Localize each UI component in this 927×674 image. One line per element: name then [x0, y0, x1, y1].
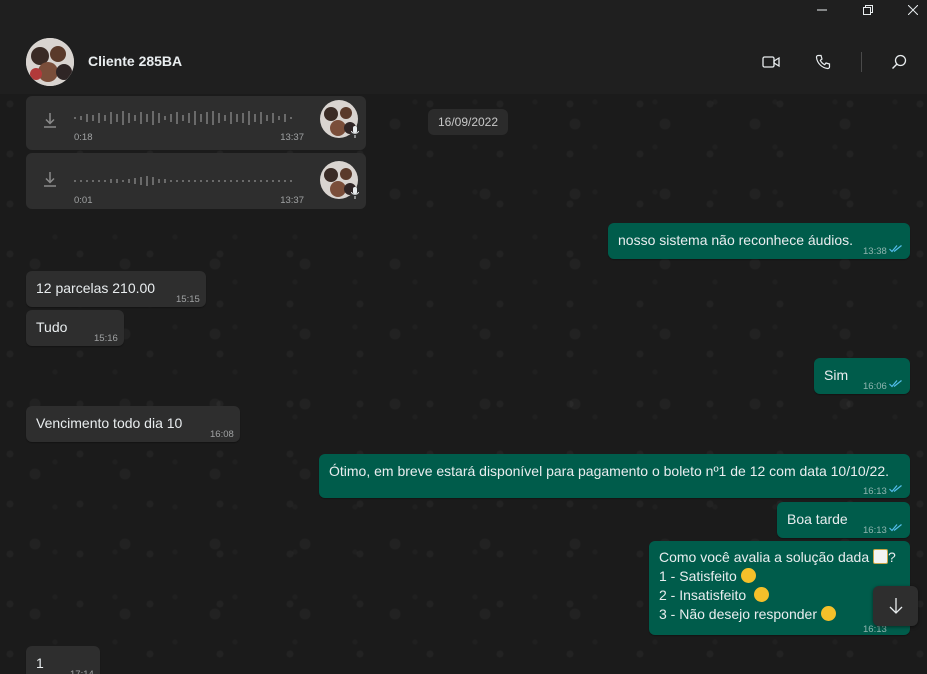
message-time: 13:38	[863, 246, 887, 257]
read-receipt-icon	[889, 380, 902, 388]
memo-emoji-icon	[873, 549, 889, 564]
survey-text: Como você avalia a solução dada ? 1 - Sa…	[659, 548, 896, 624]
read-receipt-icon	[889, 485, 902, 493]
video-call-icon	[762, 56, 780, 68]
message-time: 15:15	[176, 294, 200, 305]
minimize-icon	[817, 9, 827, 11]
message-text: nosso sistema não reconhece áudios.	[618, 232, 854, 248]
contact-avatar[interactable]	[26, 38, 74, 86]
whatsapp-window: Cliente 285BA 0:18 13:37 0:01 13:37 16/0…	[0, 0, 927, 674]
incoming-message[interactable]: Vencimento todo dia 10 16:08	[26, 406, 240, 442]
survey-option-2: 2 - Insatisfeito	[659, 587, 747, 603]
minimize-button[interactable]	[802, 0, 842, 20]
contact-name[interactable]: Cliente 285BA	[88, 53, 182, 69]
audio-waveform[interactable]	[74, 171, 296, 191]
close-icon	[908, 5, 918, 15]
message-list[interactable]: 0:18 13:37 0:01 13:37 16/09/2022 nosso s…	[0, 94, 927, 674]
survey-option-1: 1 - Satisfeito	[659, 568, 737, 584]
video-call-button[interactable]	[759, 50, 783, 74]
message-time: 16:08	[210, 429, 234, 440]
message-text: Tudo	[36, 319, 68, 335]
audio-message[interactable]: 0:01 13:37	[26, 153, 366, 209]
message-time: 13:37	[280, 132, 304, 143]
search-button[interactable]	[887, 50, 911, 74]
message-text: 1	[36, 655, 44, 671]
outgoing-message[interactable]: Sim 16:06	[814, 358, 910, 394]
survey-question-mark: ?	[888, 549, 896, 565]
message-time: 16:13	[863, 486, 887, 497]
outgoing-message[interactable]: nosso sistema não reconhece áudios. 13:3…	[608, 223, 910, 259]
incoming-message[interactable]: Tudo 15:16	[26, 310, 124, 346]
message-text: Boa tarde	[787, 511, 848, 527]
audio-waveform[interactable]	[74, 108, 296, 128]
heart-eyes-emoji-icon	[820, 606, 836, 621]
pensive-face-emoji-icon	[753, 587, 769, 602]
arrow-down-icon	[889, 598, 902, 614]
incoming-message[interactable]: 1 17:14	[26, 646, 100, 674]
avatar-photo	[26, 38, 74, 86]
voice-call-icon	[815, 54, 831, 70]
download-icon[interactable]	[40, 169, 60, 189]
message-time: 16:06	[863, 381, 887, 392]
message-time: 16:13	[863, 525, 887, 536]
close-button[interactable]	[893, 0, 927, 20]
outgoing-message[interactable]: Ótimo, em breve estará disponível para p…	[319, 454, 910, 498]
message-time: 15:16	[94, 333, 118, 344]
audio-duration: 0:01	[74, 195, 93, 206]
header-divider	[861, 52, 862, 72]
message-text: 12 parcelas 210.00	[36, 280, 156, 296]
restore-icon	[863, 5, 873, 15]
message-time: 13:37	[280, 195, 304, 206]
heart-eyes-emoji-icon	[740, 568, 756, 583]
voice-call-button[interactable]	[811, 50, 835, 74]
survey-option-3: 3 - Não desejo responder	[659, 606, 817, 622]
chat-header: Cliente 285BA	[0, 30, 927, 94]
message-text: Vencimento todo dia 10	[36, 415, 183, 431]
date-separator: 16/09/2022	[428, 109, 508, 135]
read-receipt-icon	[889, 245, 902, 253]
audio-message[interactable]: 0:18 13:37	[26, 96, 366, 150]
incoming-message[interactable]: 12 parcelas 210.00 15:15	[26, 271, 206, 307]
download-icon[interactable]	[40, 110, 60, 130]
outgoing-message[interactable]: Boa tarde 16:13	[777, 502, 910, 538]
scroll-to-bottom-button[interactable]	[873, 586, 918, 626]
read-receipt-icon	[889, 524, 902, 532]
survey-message[interactable]: Como você avalia a solução dada ? 1 - Sa…	[649, 541, 910, 635]
audio-duration: 0:18	[74, 132, 93, 143]
message-text: Sim	[824, 367, 849, 383]
message-text: Ótimo, em breve estará disponível para p…	[329, 463, 890, 479]
search-icon	[892, 54, 907, 69]
restore-button[interactable]	[848, 0, 888, 20]
survey-question: Como você avalia a solução dada	[659, 549, 870, 565]
message-time: 17:14	[70, 665, 94, 674]
microphone-icon	[351, 187, 359, 199]
microphone-icon	[351, 126, 359, 138]
